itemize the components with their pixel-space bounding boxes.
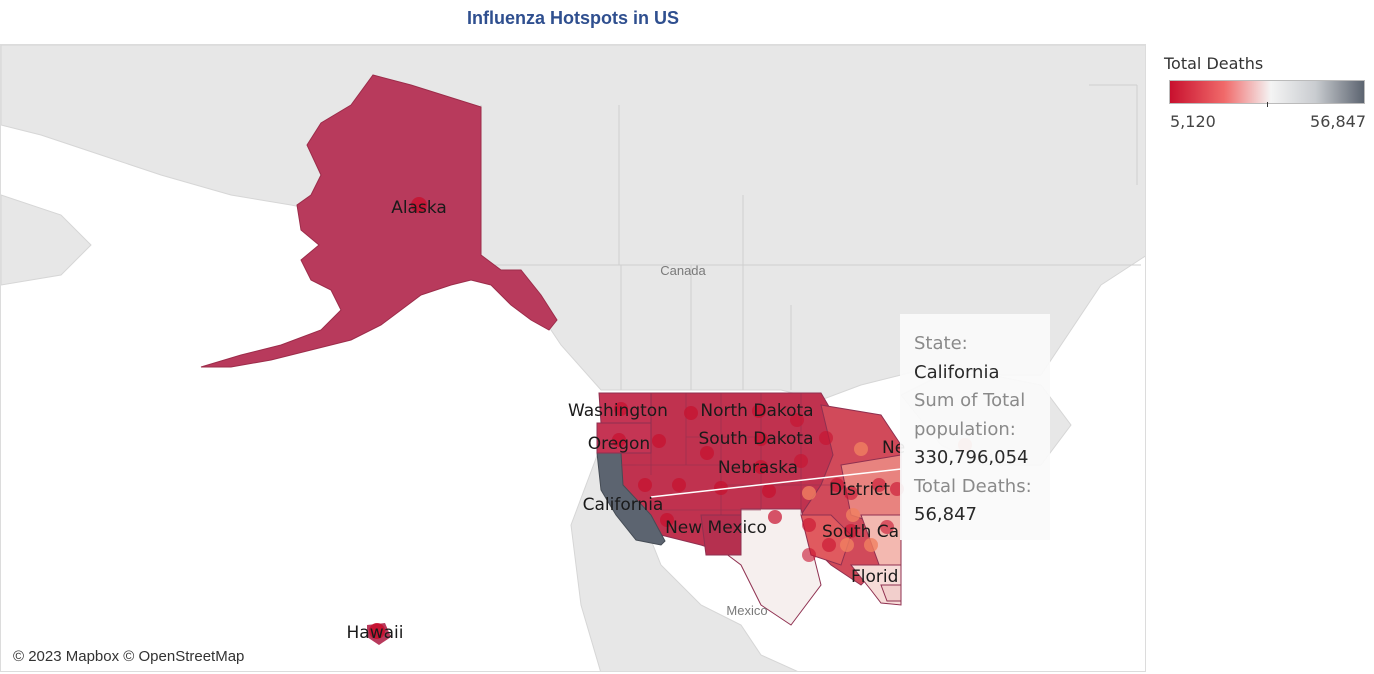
marker-missouri[interactable] [802, 486, 816, 500]
tooltip: State: California Sum of Total populatio… [900, 314, 1050, 540]
marker-wisconsin[interactable] [819, 431, 833, 445]
tooltip-deaths-label: Total Deaths: [914, 475, 1032, 497]
legend-max-value: 56,847 [1310, 112, 1366, 131]
marker-oklahoma[interactable] [768, 510, 782, 524]
tooltip-state-value: California [914, 361, 1000, 383]
label-hawaii: Hawaii [347, 623, 404, 643]
marker-arkansas[interactable] [802, 518, 816, 532]
marker-nevada[interactable] [638, 478, 652, 492]
tooltip-population-label-2: population: [914, 418, 1016, 440]
color-legend[interactable]: Total Deaths 5,120 56,847 [1160, 54, 1370, 131]
label-mexico: Mexico [726, 603, 767, 618]
legend-title: Total Deaths [1164, 54, 1264, 73]
label-new-mexico: New Mexico [665, 518, 767, 538]
label-south-dakota: South Dakota [698, 429, 813, 449]
legend-midpoint-tick [1267, 102, 1268, 107]
tooltip-state-label: State: [914, 333, 968, 354]
marker-kentucky[interactable] [846, 508, 860, 522]
label-oregon: Oregon [588, 434, 650, 454]
marker-montana[interactable] [684, 406, 698, 420]
marker-michigan[interactable] [854, 442, 868, 456]
label-california: California [583, 495, 664, 515]
label-south-carolina: South Ca [822, 522, 899, 542]
label-florida: Florid [851, 567, 898, 587]
tooltip-population-label-1: Sum of Total [914, 390, 1026, 411]
map-title: Influenza Hotspots in US [466, 8, 679, 28]
tooltip-deaths-value: 56,847 [914, 504, 977, 525]
legend-min-value: 5,120 [1170, 112, 1216, 131]
label-alaska: Alaska [391, 198, 447, 218]
label-canada: Canada [660, 263, 706, 278]
legend-gradient-bar [1169, 80, 1365, 104]
tooltip-population-value: 330,796,054 [914, 447, 1029, 468]
label-nebraska: Nebraska [718, 458, 798, 478]
label-washington: Washington [568, 401, 668, 421]
label-north-dakota: North Dakota [700, 401, 813, 421]
marker-louisiana[interactable] [802, 548, 816, 562]
label-district: District [829, 480, 890, 500]
marker-utah[interactable] [672, 478, 686, 492]
map-attribution[interactable]: © 2023 Mapbox © OpenStreetMap [7, 646, 251, 667]
marker-kansas[interactable] [762, 484, 776, 498]
marker-idaho[interactable] [652, 434, 666, 448]
